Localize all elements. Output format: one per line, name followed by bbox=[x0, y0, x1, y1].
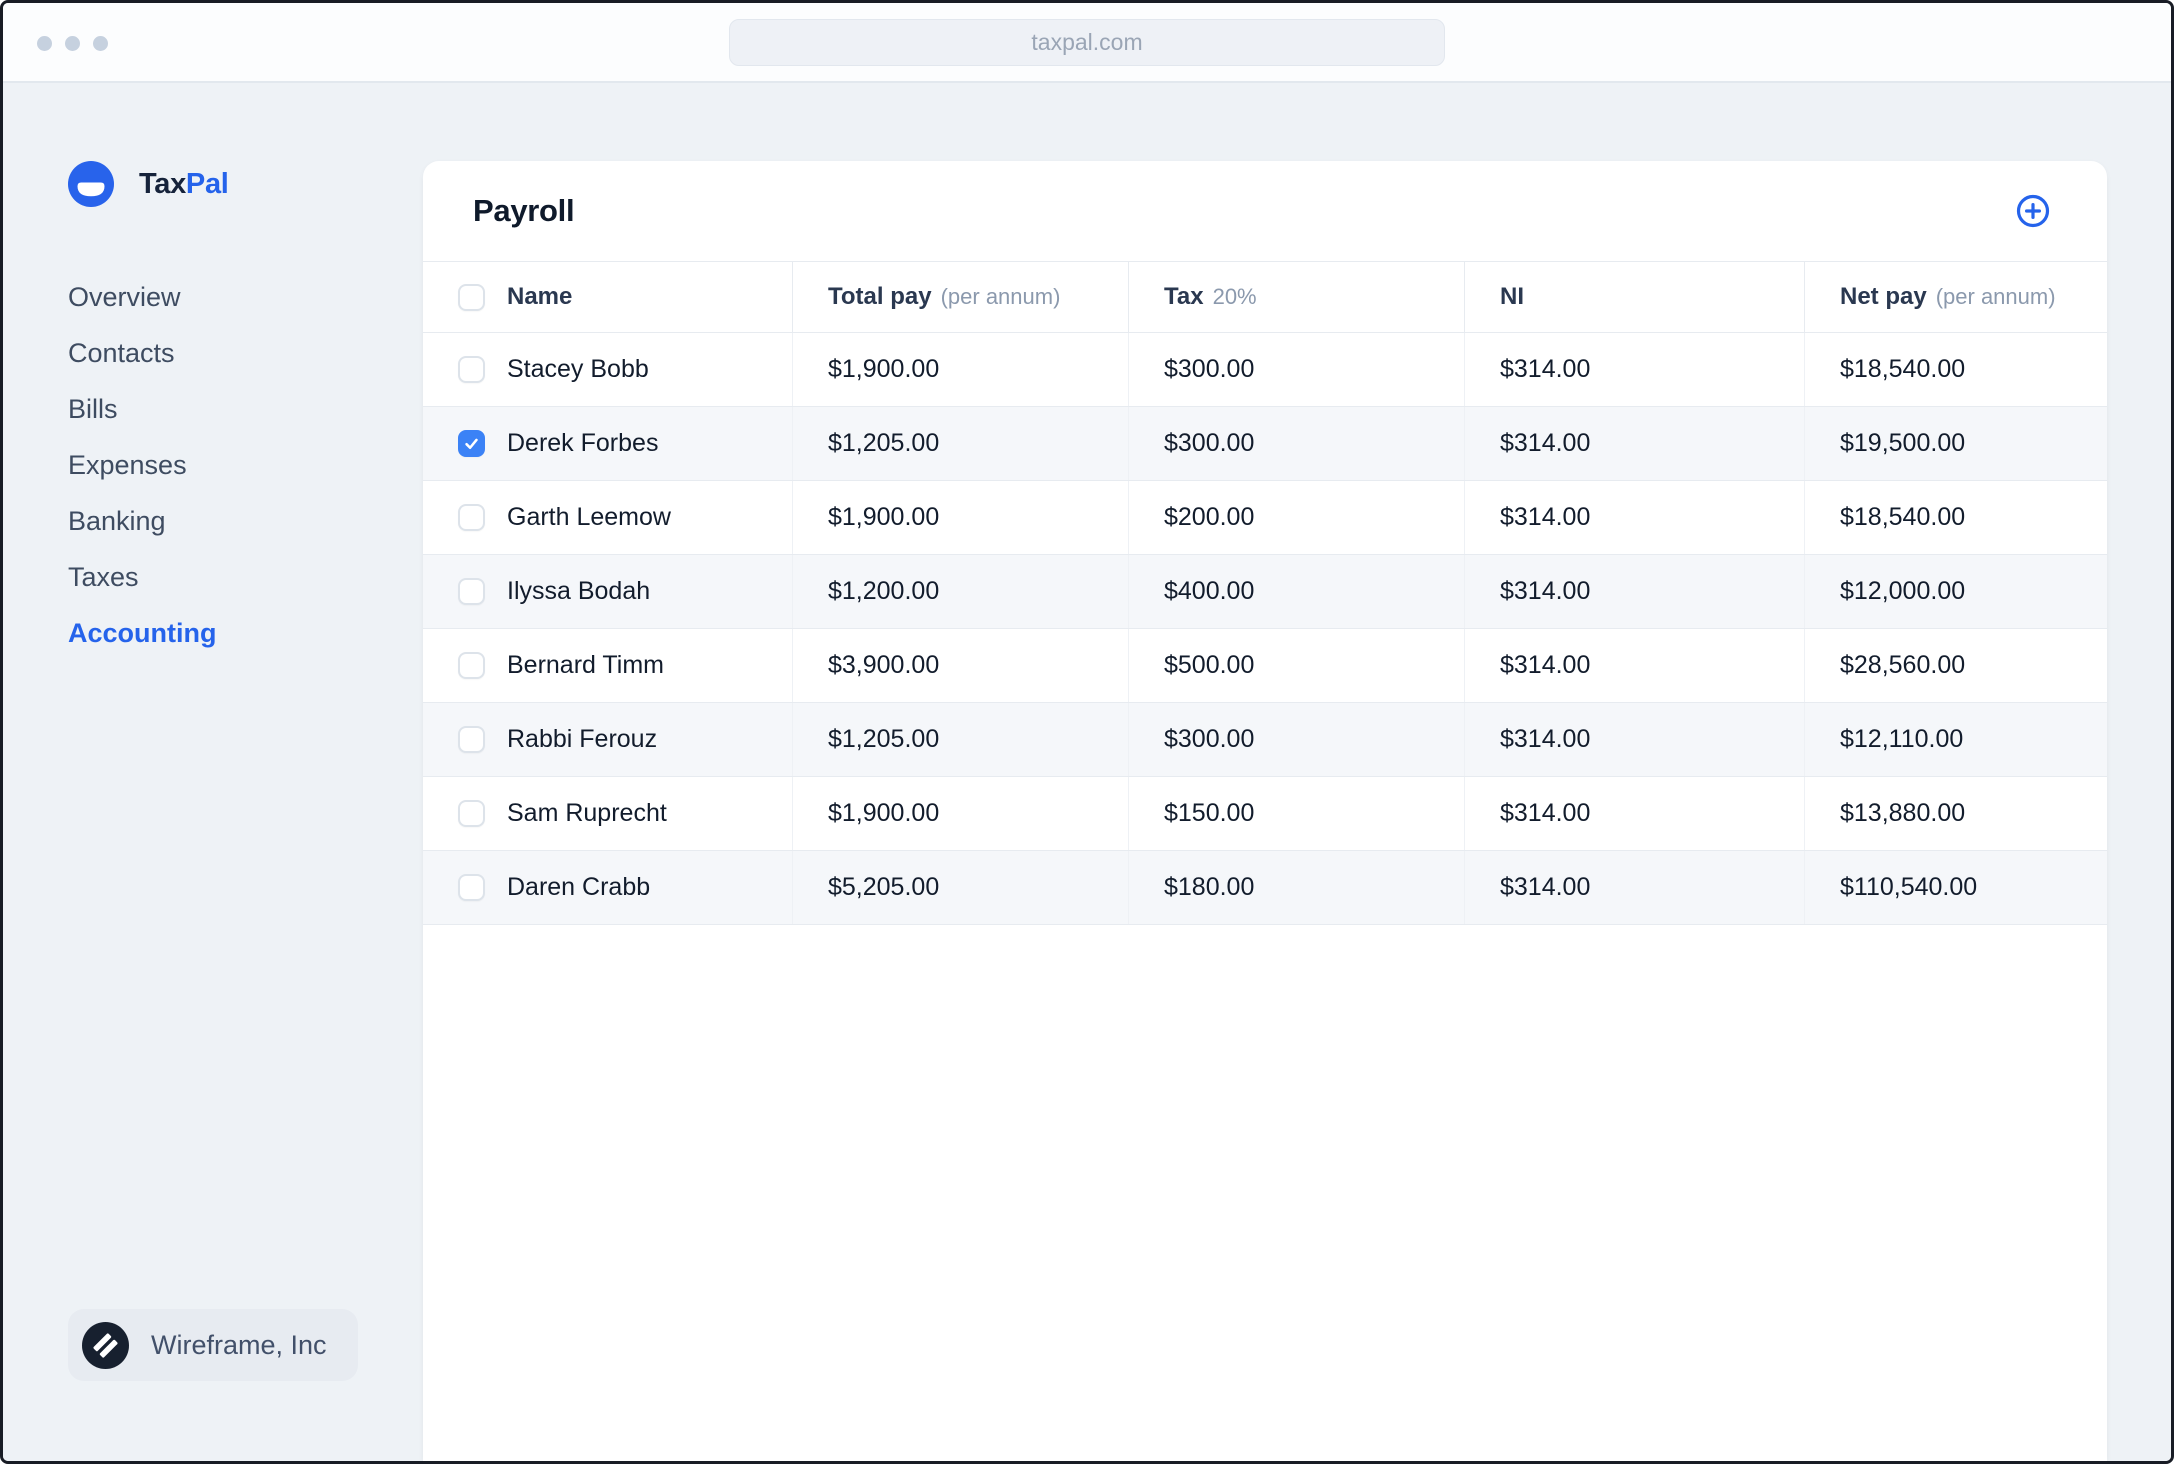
column-header-name: Name bbox=[423, 262, 793, 332]
tax-value: $300.00 bbox=[1129, 407, 1465, 480]
total-pay-value: $1,900.00 bbox=[793, 777, 1129, 850]
ni-value: $314.00 bbox=[1465, 777, 1805, 850]
row-checkbox[interactable] bbox=[458, 504, 485, 531]
tax-value: $180.00 bbox=[1129, 851, 1465, 924]
column-header-ni: NI bbox=[1465, 262, 1805, 332]
table-row: Garth Leemow $1,900.00 $200.00 $314.00 $… bbox=[423, 481, 2107, 555]
window-minimize-button[interactable] bbox=[65, 36, 80, 51]
add-payroll-button[interactable] bbox=[2015, 193, 2051, 229]
table-row: Bernard Timm $3,900.00 $500.00 $314.00 $… bbox=[423, 629, 2107, 703]
net-pay-value: $12,110.00 bbox=[1840, 725, 1964, 753]
employee-name: Sam Ruprecht bbox=[507, 799, 667, 827]
total-pay-value: $3,900.00 bbox=[793, 629, 1129, 702]
net-pay-value: $12,000.00 bbox=[1840, 577, 1966, 605]
tax-value: $300.00 bbox=[1129, 333, 1465, 406]
row-checkbox[interactable] bbox=[458, 800, 485, 827]
window-controls bbox=[37, 36, 108, 51]
row-checkbox[interactable] bbox=[458, 652, 485, 679]
brand: TaxPal bbox=[68, 161, 423, 207]
browser-topbar: taxpal.com bbox=[3, 3, 2171, 83]
company-switcher[interactable]: Wireframe, Inc bbox=[68, 1309, 358, 1381]
table-body: Stacey Bobb $1,900.00 $300.00 $314.00 $1… bbox=[423, 333, 2107, 925]
tax-value: $500.00 bbox=[1129, 629, 1465, 702]
net-pay-value: $19,500.00 bbox=[1840, 429, 1966, 457]
sidebar-item-overview[interactable]: Overview bbox=[68, 269, 423, 325]
table-row: Sam Ruprecht $1,900.00 $150.00 $314.00 $… bbox=[423, 777, 2107, 851]
tax-value: $400.00 bbox=[1129, 555, 1465, 628]
plus-circle-icon bbox=[2016, 194, 2050, 228]
address-bar-url: taxpal.com bbox=[1031, 29, 1143, 55]
column-header-total-pay: Total pay (per annum) bbox=[793, 262, 1129, 332]
main-content: Payroll Name Total pay (per annum) Tax 2… bbox=[423, 83, 2171, 1461]
row-checkbox[interactable] bbox=[458, 430, 485, 457]
brand-name: TaxPal bbox=[139, 167, 229, 200]
sidebar-item-banking[interactable]: Banking bbox=[68, 493, 423, 549]
tax-value: $200.00 bbox=[1129, 481, 1465, 554]
column-header-net-pay: Net pay (per annum) bbox=[1840, 283, 2056, 310]
employee-name: Rabbi Ferouz bbox=[507, 725, 658, 753]
table-row: Ilyssa Bodah $1,200.00 $400.00 $314.00 $… bbox=[423, 555, 2107, 629]
employee-name: Daren Crabb bbox=[507, 873, 651, 901]
select-all-checkbox[interactable] bbox=[458, 283, 485, 311]
window-close-button[interactable] bbox=[37, 36, 52, 51]
total-pay-value: $1,900.00 bbox=[793, 481, 1129, 554]
sidebar-item-contacts[interactable]: Contacts bbox=[68, 325, 423, 381]
ni-value: $314.00 bbox=[1465, 333, 1805, 406]
employee-name: Ilyssa Bodah bbox=[507, 577, 651, 605]
row-checkbox[interactable] bbox=[458, 578, 485, 605]
employee-name: Garth Leemow bbox=[507, 503, 671, 531]
wireframe-logo-icon bbox=[82, 1321, 129, 1369]
total-pay-value: $1,205.00 bbox=[793, 407, 1129, 480]
total-pay-value: $1,205.00 bbox=[793, 703, 1129, 776]
total-pay-value: $1,200.00 bbox=[793, 555, 1129, 628]
company-name: Wireframe, Inc bbox=[151, 1329, 327, 1360]
ni-value: $314.00 bbox=[1465, 629, 1805, 702]
employee-name: Stacey Bobb bbox=[507, 355, 649, 383]
taxpal-logo-icon bbox=[68, 161, 114, 207]
address-bar[interactable]: taxpal.com bbox=[729, 19, 1445, 66]
net-pay-value: $18,540.00 bbox=[1840, 355, 1966, 383]
sidebar-item-accounting[interactable]: Accounting bbox=[68, 605, 423, 661]
ni-value: $314.00 bbox=[1465, 703, 1805, 776]
row-checkbox[interactable] bbox=[458, 874, 485, 901]
table-row: Daren Crabb $5,205.00 $180.00 $314.00 $1… bbox=[423, 851, 2107, 925]
ni-value: $314.00 bbox=[1465, 407, 1805, 480]
page-title: Payroll bbox=[473, 193, 575, 228]
sidebar-item-taxes[interactable]: Taxes bbox=[68, 549, 423, 605]
tax-value: $150.00 bbox=[1129, 777, 1465, 850]
row-checkbox[interactable] bbox=[458, 726, 485, 753]
net-pay-value: $110,540.00 bbox=[1840, 873, 1978, 901]
net-pay-value: $13,880.00 bbox=[1840, 799, 1966, 827]
payroll-card: Payroll Name Total pay (per annum) Tax 2… bbox=[423, 161, 2107, 1461]
total-pay-value: $1,900.00 bbox=[793, 333, 1129, 406]
table-row: Derek Forbes $1,205.00 $300.00 $314.00 $… bbox=[423, 407, 2107, 481]
app-window: taxpal.com TaxPal Overview Contacts Bill… bbox=[0, 0, 2174, 1464]
total-pay-value: $5,205.00 bbox=[793, 851, 1129, 924]
sidebar-item-bills[interactable]: Bills bbox=[68, 381, 423, 437]
table-header-row: Name Total pay (per annum) Tax 20% NI Ne bbox=[423, 261, 2107, 333]
sidebar-nav: Overview Contacts Bills Expenses Banking… bbox=[68, 269, 423, 661]
window-maximize-button[interactable] bbox=[93, 36, 108, 51]
employee-name: Bernard Timm bbox=[507, 651, 664, 679]
ni-value: $314.00 bbox=[1465, 851, 1805, 924]
column-header-tax: Tax 20% bbox=[1129, 262, 1465, 332]
sidebar: TaxPal Overview Contacts Bills Expenses … bbox=[3, 83, 423, 1461]
ni-value: $314.00 bbox=[1465, 555, 1805, 628]
row-checkbox[interactable] bbox=[458, 356, 485, 383]
employee-name: Derek Forbes bbox=[507, 429, 659, 457]
sidebar-item-expenses[interactable]: Expenses bbox=[68, 437, 423, 493]
table-row: Stacey Bobb $1,900.00 $300.00 $314.00 $1… bbox=[423, 333, 2107, 407]
tax-value: $300.00 bbox=[1129, 703, 1465, 776]
net-pay-value: $18,540.00 bbox=[1840, 503, 1966, 531]
ni-value: $314.00 bbox=[1465, 481, 1805, 554]
payroll-card-header: Payroll bbox=[423, 161, 2107, 261]
net-pay-value: $28,560.00 bbox=[1840, 651, 1966, 679]
table-row: Rabbi Ferouz $1,205.00 $300.00 $314.00 $… bbox=[423, 703, 2107, 777]
